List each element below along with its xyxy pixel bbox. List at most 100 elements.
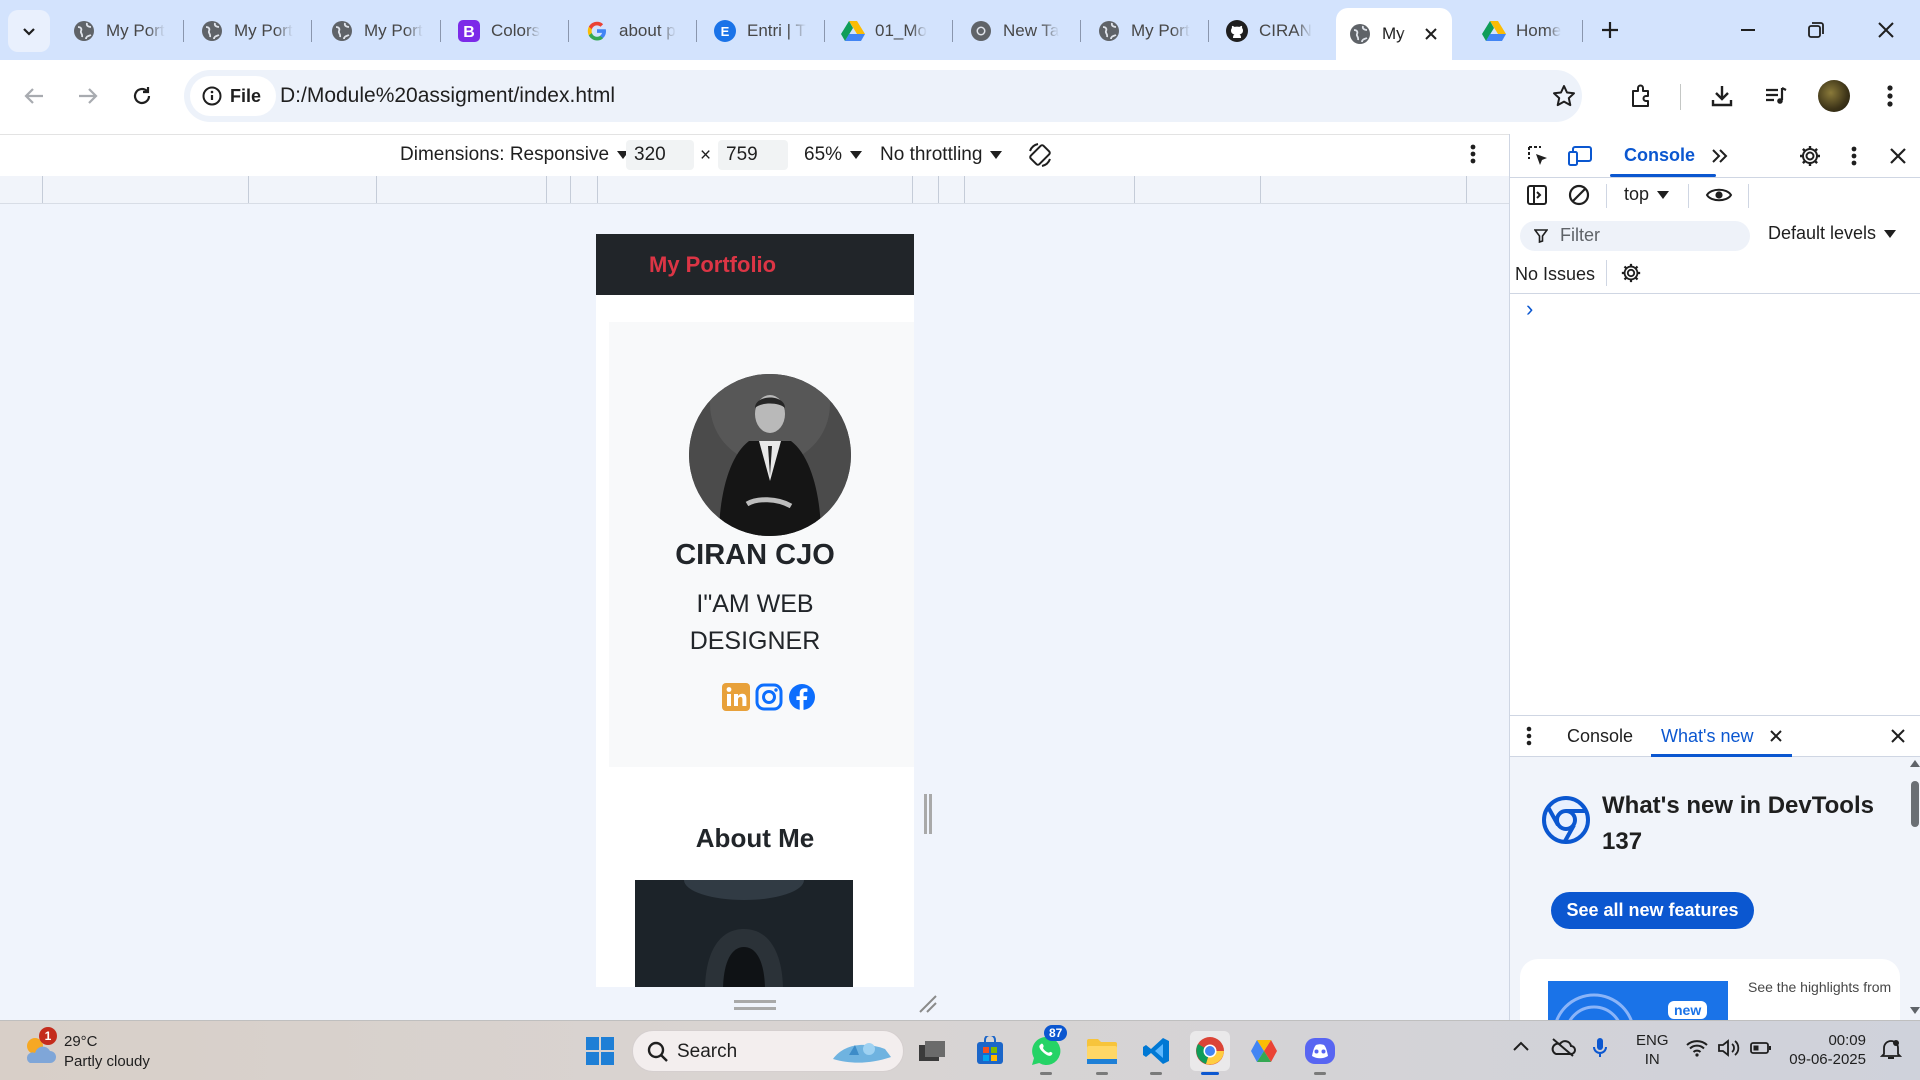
clear-console-button[interactable]	[1564, 180, 1594, 210]
browser-tab[interactable]: 01_Mo	[829, 10, 939, 52]
close-icon[interactable]	[1769, 729, 1783, 743]
zoom-dropdown[interactable]: 65%	[804, 144, 863, 166]
tab-console[interactable]: Console	[1624, 145, 1695, 166]
language-indicator[interactable]: ENG IN	[1636, 1031, 1669, 1069]
browser-tab[interactable]: My Port	[1085, 10, 1195, 52]
linkedin-icon[interactable]	[722, 683, 750, 711]
media-controls-button[interactable]	[1756, 76, 1796, 116]
height-input[interactable]: 759	[718, 140, 788, 170]
gemini-app[interactable]	[1244, 1031, 1284, 1071]
log-levels-dropdown[interactable]: Default levels	[1768, 223, 1897, 244]
downloads-button[interactable]	[1702, 76, 1742, 116]
devtools-menu-button[interactable]	[1840, 140, 1868, 172]
browser-tab-active[interactable]: My	[1336, 8, 1452, 60]
whatsapp-app[interactable]: 87	[1026, 1025, 1068, 1075]
chrome-app[interactable]	[1190, 1031, 1230, 1075]
github-icon	[1225, 19, 1249, 43]
drawer-menu-button[interactable]	[1522, 722, 1536, 750]
live-expression-button[interactable]	[1702, 180, 1736, 210]
about-heading: About Me	[695, 823, 815, 853]
device-toggle-button[interactable]	[1564, 140, 1596, 172]
onedrive-tray-icon[interactable]	[1550, 1037, 1576, 1057]
browser-tab[interactable]: My Port	[60, 10, 170, 52]
device-screen[interactable]: My Portfolio CIRAN CJO I"AM WEB DESIGNER	[596, 234, 914, 987]
throttling-label: No throttling	[880, 144, 983, 165]
browser-tab[interactable]: New Ta	[957, 10, 1067, 52]
browser-tab[interactable]: about p	[573, 10, 683, 52]
see-all-features-button[interactable]: See all new features	[1551, 892, 1754, 929]
browser-tab[interactable]: CIRAN	[1213, 10, 1323, 52]
browser-tab[interactable]: B Colors	[445, 10, 563, 52]
restore-button[interactable]	[1794, 10, 1838, 50]
browser-menu-button[interactable]	[1870, 76, 1910, 116]
store-app[interactable]	[970, 1031, 1010, 1071]
reload-button[interactable]	[122, 76, 162, 116]
tray-overflow-button[interactable]	[1512, 1039, 1530, 1053]
back-button[interactable]	[14, 76, 54, 116]
console-prompt[interactable]: ›	[1526, 296, 1533, 322]
notifications-button[interactable]	[1880, 1038, 1902, 1060]
more-tabs-button[interactable]	[1706, 142, 1734, 170]
new-tab-button[interactable]	[1588, 10, 1632, 50]
browser-tab[interactable]: My Port	[188, 10, 298, 52]
extensions-button[interactable]	[1622, 76, 1662, 116]
whats-new-title: What's new in DevTools 137	[1602, 788, 1892, 860]
facebook-icon[interactable]	[788, 683, 816, 711]
task-view-button[interactable]	[912, 1031, 952, 1071]
bookmark-button[interactable]	[1544, 76, 1584, 116]
minimize-button[interactable]	[1726, 10, 1770, 50]
device-toolbar: Dimensions: Responsive 320 × 759 65% No …	[0, 134, 1509, 176]
instagram-icon[interactable]	[755, 683, 783, 711]
browser-tab[interactable]: My Port	[318, 10, 428, 52]
discord-app[interactable]	[1300, 1031, 1340, 1075]
start-button[interactable]	[580, 1031, 620, 1071]
close-drawer-button[interactable]	[1884, 722, 1912, 750]
throttling-dropdown[interactable]: No throttling	[880, 144, 1003, 166]
drawer-tab-console[interactable]: Console	[1567, 726, 1633, 747]
close-window-button[interactable]	[1864, 10, 1908, 50]
weather-widget[interactable]: 1 29°C Partly cloudy	[22, 1027, 150, 1070]
tab-close-icon[interactable]	[1424, 27, 1438, 41]
emulated-viewport: My Portfolio CIRAN CJO I"AM WEB DESIGNER	[0, 204, 1509, 1020]
inspect-element-button[interactable]	[1522, 140, 1554, 172]
device-resize-handle-right[interactable]	[924, 794, 932, 834]
rotate-button[interactable]	[1026, 141, 1054, 169]
clock[interactable]: 00:09 09-06-2025	[1786, 1031, 1866, 1069]
taskbar-search[interactable]: Search	[632, 1030, 904, 1072]
address-bar[interactable]: File D:/Module%20assigment/index.html	[184, 70, 1582, 122]
microphone-tray-icon[interactable]	[1592, 1037, 1608, 1059]
hero-title-line: DESIGNER	[689, 627, 821, 655]
browser-tab[interactable]: E Entri | T	[701, 10, 811, 52]
forward-button[interactable]	[68, 76, 108, 116]
close-devtools-button[interactable]	[1882, 140, 1914, 172]
device-resize-handle-bottom[interactable]	[734, 1000, 776, 1010]
context-selector[interactable]: top	[1624, 184, 1670, 205]
drawer-tab-whatsnew[interactable]: What's new	[1651, 716, 1792, 757]
tab-search-button[interactable]	[8, 10, 50, 52]
bootstrap-icon: B	[457, 19, 481, 43]
site-info-chip[interactable]: File	[190, 76, 276, 116]
profile-avatar-button[interactable]	[1814, 76, 1854, 116]
browser-tab[interactable]: Home	[1470, 10, 1585, 52]
console-filter-input[interactable]: Filter	[1520, 221, 1750, 251]
device-toolbar-menu[interactable]	[1470, 143, 1476, 165]
file-explorer-app[interactable]	[1082, 1031, 1122, 1075]
dimensions-dropdown[interactable]: Dimensions: Responsive	[400, 144, 630, 166]
navbar-brand[interactable]: My Portfolio	[649, 252, 776, 278]
drawer-scrollbar[interactable]	[1909, 757, 1920, 1020]
tab-strip: My Port My Port My Port B Colors about p…	[0, 0, 1920, 60]
download-icon	[1711, 86, 1733, 107]
vscode-app[interactable]	[1136, 1031, 1176, 1075]
search-placeholder: Search	[677, 1041, 738, 1062]
url-text[interactable]: D:/Module%20assigment/index.html	[280, 84, 615, 108]
drive-icon	[841, 19, 865, 43]
media-query-bar[interactable]	[0, 176, 1509, 204]
width-input[interactable]: 320	[626, 140, 694, 170]
sidebar-toggle-button[interactable]	[1522, 180, 1552, 210]
quick-settings-button[interactable]	[1686, 1039, 1772, 1057]
settings-button[interactable]	[1794, 140, 1826, 172]
issues-counter[interactable]: No Issues	[1515, 264, 1595, 285]
device-resize-corner[interactable]	[918, 994, 938, 1014]
task-view-icon	[919, 1041, 945, 1061]
console-settings-button[interactable]	[1616, 258, 1646, 288]
